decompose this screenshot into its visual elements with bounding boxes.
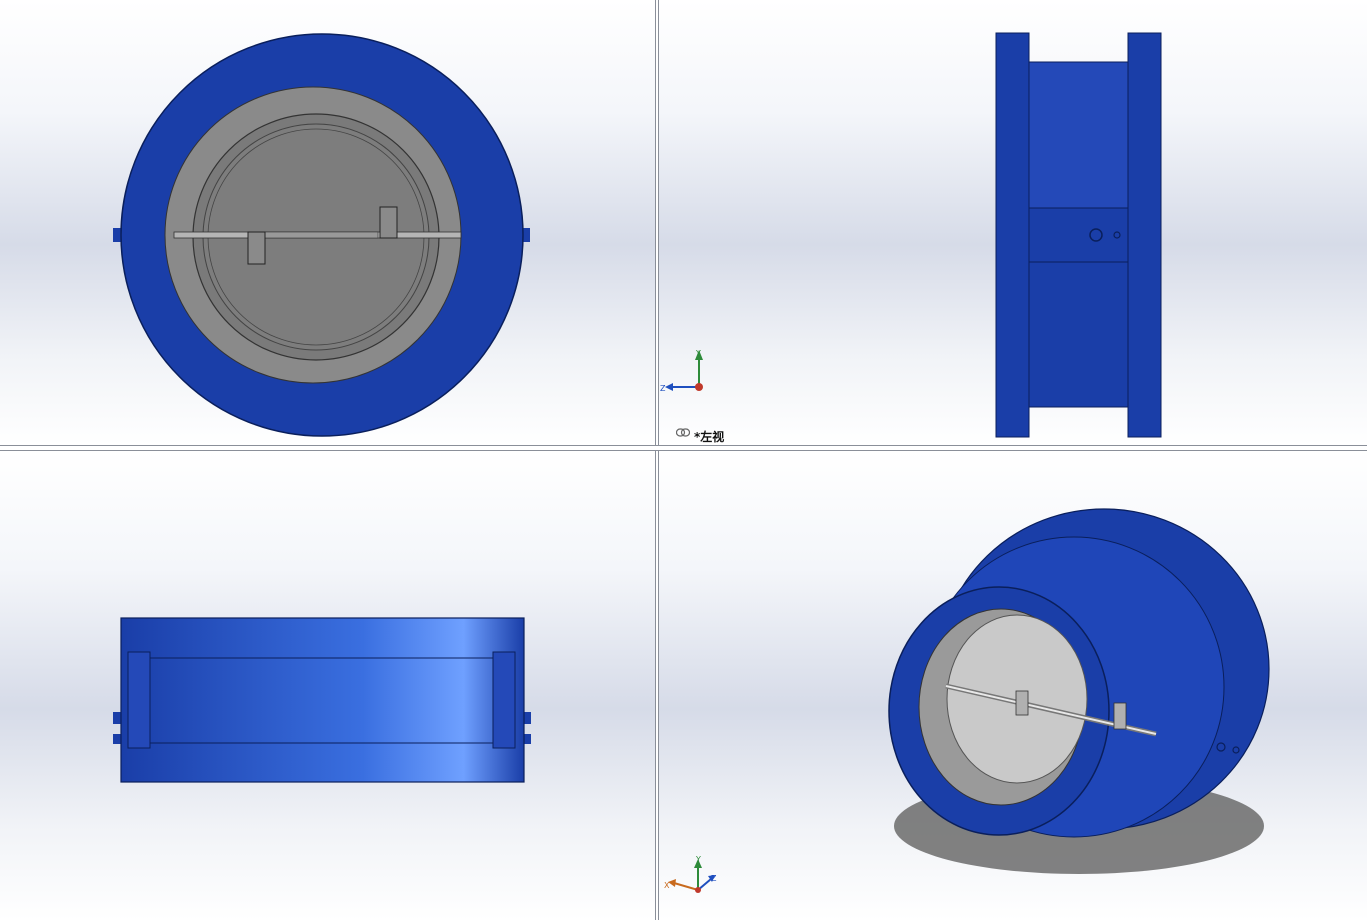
viewport-left[interactable]: Y Z *左视: [659, 0, 1367, 445]
viewport-splitter-horizontal[interactable]: [0, 445, 1367, 451]
axis-label-x: X: [664, 881, 670, 890]
disc-lug-iso-right: [1113, 702, 1127, 730]
axis-label-y: Y: [695, 349, 701, 358]
viewport-splitter-vertical[interactable]: [655, 0, 659, 920]
hinge-spring: [257, 231, 379, 239]
valve-top-view: [113, 617, 531, 783]
valve-body-top: [120, 617, 525, 783]
axis-label-z: Z: [711, 874, 717, 883]
flange-face-left: [995, 32, 1030, 438]
axis-label-y: Y: [695, 855, 701, 864]
chain-link-icon: [676, 428, 690, 441]
stud-left-lower: [113, 734, 121, 744]
axis-label-z: Z: [660, 384, 666, 393]
view-name-text: *左视: [694, 430, 725, 444]
axis-triad-iso: [668, 859, 715, 893]
valve-front-view: [113, 33, 530, 437]
flange-face-right: [1127, 32, 1162, 438]
viewport-isometric[interactable]: Y X Z: [659, 451, 1367, 920]
viewport-front[interactable]: [0, 0, 655, 445]
disc-lug-iso-left: [1015, 690, 1029, 716]
end-block-right: [492, 651, 516, 749]
body-middle: [1028, 207, 1129, 263]
valve-isometric-view: Y X Z: [664, 508, 1270, 893]
stud-left-upper: [113, 712, 121, 724]
view-name-label: *左视: [676, 428, 724, 445]
disc-lug-right: [379, 206, 398, 239]
disc-lug-left: [247, 231, 266, 265]
viewport-top[interactable]: [0, 451, 655, 920]
body-lower: [1028, 261, 1129, 408]
valve-side-view: Y Z: [660, 32, 1162, 438]
end-block-left: [127, 651, 151, 749]
body-upper: [1028, 61, 1129, 209]
